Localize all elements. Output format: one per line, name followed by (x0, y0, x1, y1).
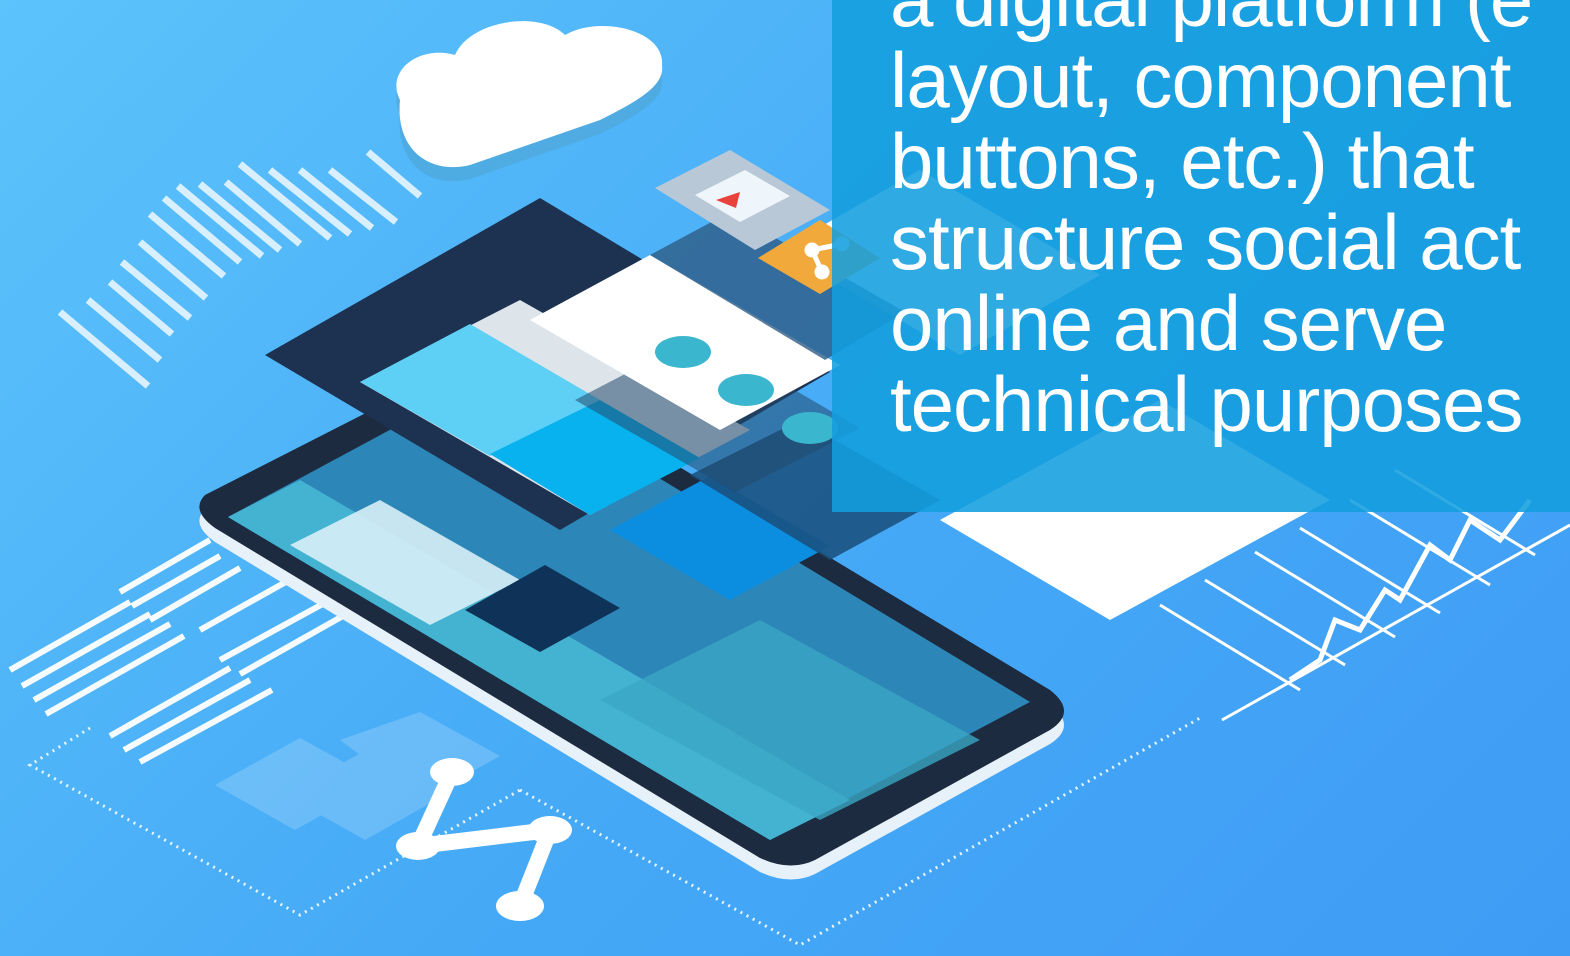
caption-line: layout, component (890, 36, 1511, 124)
caption-line: a digital platform (e (890, 0, 1570, 40)
caption-line: structure social act (890, 198, 1521, 286)
caption-line: technical purposes (890, 360, 1523, 448)
caption-panel: a digital platform (e layout, component … (832, 0, 1570, 512)
cloud-icon (396, 21, 663, 182)
caption-line: buttons, etc.) that (890, 117, 1475, 205)
caption-text: a digital platform (e layout, component … (890, 0, 1570, 445)
caption-line: online and serve (890, 279, 1447, 367)
